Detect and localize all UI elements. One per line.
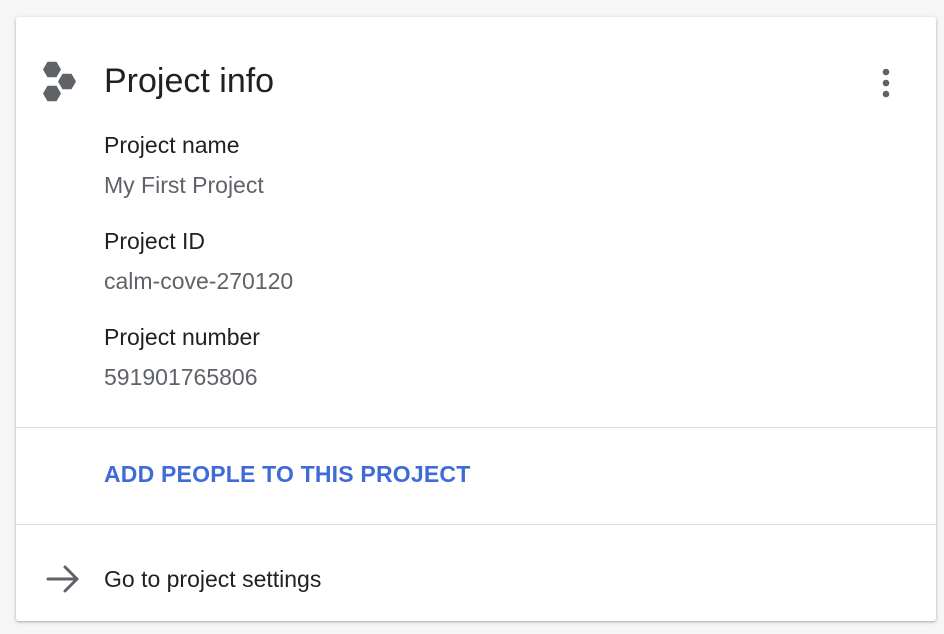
project-fields: Project name My First Project Project ID… bbox=[104, 129, 904, 417]
project-info-card: Project info Project name My First Proje… bbox=[16, 17, 936, 621]
project-id-label: Project ID bbox=[104, 228, 205, 254]
divider bbox=[16, 427, 936, 428]
add-people-link[interactable]: ADD PEOPLE TO THIS PROJECT bbox=[104, 457, 470, 491]
card-header: Project info bbox=[16, 17, 936, 129]
more-options-button[interactable] bbox=[868, 63, 904, 103]
hexagons-icon bbox=[43, 61, 76, 102]
arrow-right-icon bbox=[46, 565, 79, 593]
project-number-label: Project number bbox=[104, 324, 260, 350]
project-number-value: 591901765806 bbox=[104, 364, 258, 390]
go-to-project-settings-link[interactable]: Go to project settings bbox=[16, 525, 936, 621]
project-id-field: Project ID calm-cove-270120 bbox=[104, 225, 904, 321]
more-vert-icon bbox=[882, 68, 890, 98]
project-name-value: My First Project bbox=[104, 172, 264, 198]
project-name-field: Project name My First Project bbox=[104, 129, 904, 225]
project-id-value: calm-cove-270120 bbox=[104, 268, 294, 294]
project-number-field: Project number 591901765806 bbox=[104, 321, 904, 417]
project-settings-label: Go to project settings bbox=[104, 566, 322, 592]
card-title: Project info bbox=[104, 62, 275, 100]
project-name-label: Project name bbox=[104, 132, 240, 158]
